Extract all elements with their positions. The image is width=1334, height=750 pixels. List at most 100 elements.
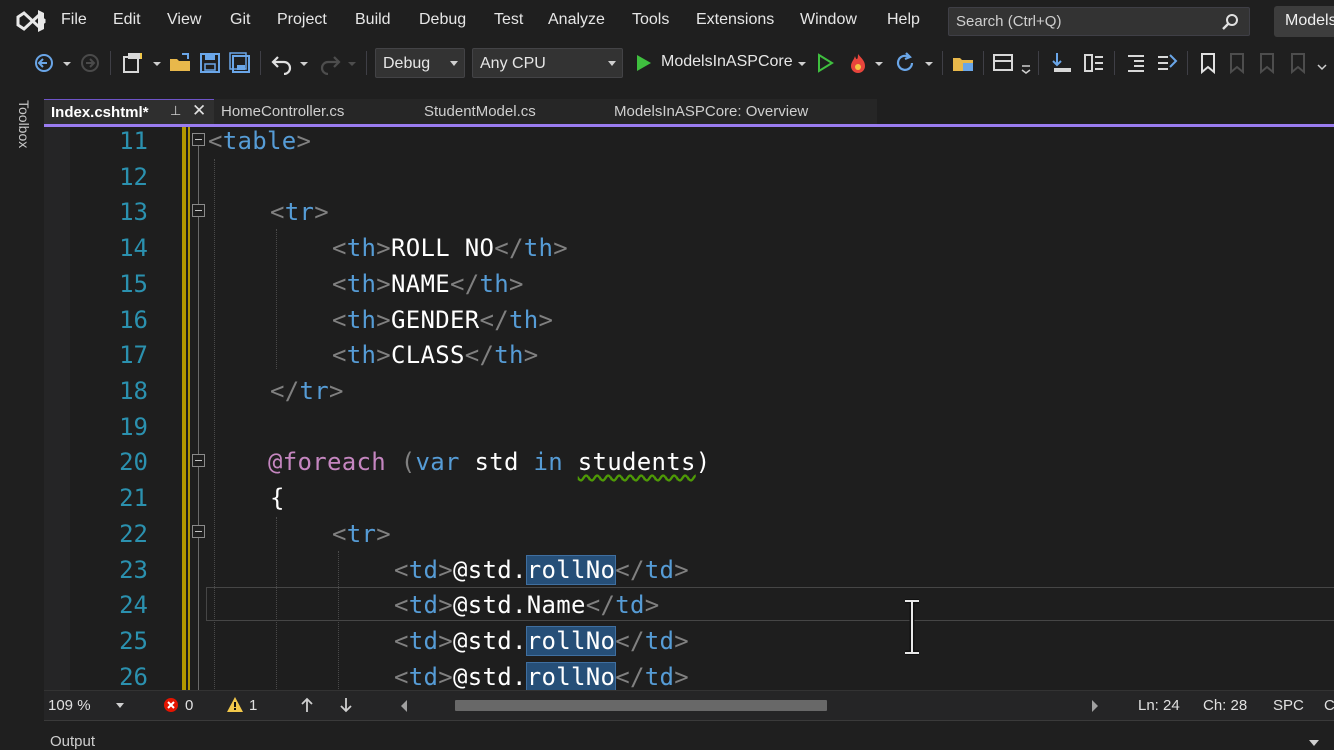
tab-label: Index.cshtml* — [51, 104, 149, 121]
code-text: <td>@std.rollNo</td> — [394, 626, 689, 656]
menu-debug[interactable]: Debug — [419, 11, 466, 29]
menu-view[interactable]: View — [167, 11, 201, 29]
chevron-down-icon[interactable] — [62, 51, 72, 75]
close-icon[interactable]: ✕ — [192, 101, 206, 121]
menu-tools[interactable]: Tools — [632, 11, 669, 29]
warning-count[interactable]: 1 — [249, 697, 257, 714]
new-project-icon[interactable] — [121, 51, 147, 75]
tab-project-overview[interactable]: ModelsInASPCore: Overview — [607, 99, 877, 124]
zoom-level[interactable]: 109 % — [48, 697, 91, 714]
code-line: 25 <td>@std.rollNo</td> — [44, 626, 1334, 663]
tab-label: HomeController.cs — [221, 103, 345, 120]
menu-analyze[interactable]: Analyze — [548, 11, 605, 29]
column-indicator[interactable]: Ch: 28 — [1203, 697, 1247, 714]
save-icon[interactable] — [198, 51, 222, 75]
hot-reload-icon[interactable] — [846, 51, 870, 75]
line-indicator[interactable]: Ln: 24 — [1138, 697, 1180, 714]
chevron-down-icon — [608, 61, 616, 66]
document-tab-bar: Index.cshtml* ⊥ ✕ HomeController.cs Stud… — [44, 99, 1334, 127]
indent-icon[interactable] — [1124, 51, 1148, 75]
search-input[interactable]: Search (Ctrl+Q) — [948, 7, 1250, 36]
toolbar-separator — [1114, 51, 1115, 75]
menu-bar: File Edit View Git Project Build Debug T… — [0, 0, 1334, 42]
warning-icon[interactable] — [226, 696, 244, 718]
scroll-right-icon[interactable] — [1091, 699, 1099, 716]
solution-platform-value: Any CPU — [480, 55, 546, 72]
tab-index-cshtml[interactable]: Index.cshtml* ⊥ ✕ — [44, 99, 214, 124]
solution-configuration-value: Debug — [383, 55, 431, 72]
overflow-chevron-icon[interactable] — [1020, 51, 1032, 75]
chevron-down-icon[interactable] — [874, 51, 884, 75]
visual-studio-logo-icon[interactable] — [16, 8, 46, 34]
bookmark-icon[interactable] — [1198, 51, 1218, 75]
navigate-forward-icon[interactable] — [80, 51, 102, 75]
start-debugging-icon[interactable] — [634, 51, 654, 75]
menu-file[interactable]: File — [61, 11, 87, 29]
chevron-down-icon[interactable] — [152, 51, 162, 75]
start-debugging-button[interactable]: ModelsInASPCore — [661, 53, 793, 71]
line-number: 22 — [119, 520, 148, 548]
solution-configuration-dropdown[interactable]: Debug — [375, 48, 465, 78]
layout-icon[interactable] — [991, 51, 1015, 75]
search-icon — [1221, 13, 1239, 31]
code-text: <tr> — [270, 198, 329, 226]
open-folder-icon[interactable] — [168, 51, 192, 75]
chevron-down-icon[interactable] — [924, 51, 934, 75]
solution-platform-dropdown[interactable]: Any CPU — [472, 48, 623, 78]
next-issue-icon[interactable] — [338, 696, 354, 718]
line-ending-indicator[interactable]: CRLF — [1324, 697, 1334, 714]
previous-issue-icon[interactable] — [299, 696, 315, 718]
code-text: <td>@std.rollNo</td> — [394, 662, 689, 690]
chevron-down-icon[interactable] — [347, 51, 357, 75]
comment-lines-icon[interactable] — [1154, 51, 1180, 75]
menu-edit[interactable]: Edit — [113, 11, 141, 29]
error-count[interactable]: 0 — [185, 697, 193, 714]
save-all-icon[interactable] — [228, 51, 252, 75]
error-icon[interactable] — [162, 696, 180, 718]
undo-icon[interactable] — [270, 51, 294, 75]
toolbar-separator — [1038, 51, 1039, 75]
menu-extensions[interactable]: Extensions — [696, 11, 774, 29]
browse-folder-icon[interactable] — [951, 51, 977, 75]
menu-git[interactable]: Git — [230, 11, 250, 29]
step-into-icon[interactable] — [1050, 51, 1074, 75]
tab-studentmodel-cs[interactable]: StudentModel.cs — [417, 99, 607, 124]
line-number: 12 — [119, 163, 148, 191]
clear-bookmarks-icon[interactable] — [1288, 51, 1308, 75]
line-number: 17 — [119, 341, 148, 369]
next-bookmark-icon[interactable] — [1257, 51, 1277, 75]
code-text: <table> — [208, 127, 312, 155]
line-number: 14 — [119, 234, 148, 262]
code-text: <th>NAME</th> — [332, 270, 524, 298]
whitespace-indicator[interactable]: SPC — [1273, 697, 1304, 714]
pin-icon[interactable]: ⊥ — [170, 103, 181, 119]
chevron-down-icon[interactable] — [116, 703, 124, 708]
code-line: 23 <td>@std.rollNo</td> — [44, 555, 1334, 592]
start-without-debugging-icon[interactable] — [815, 51, 835, 75]
horizontal-scrollbar-thumb[interactable] — [455, 700, 827, 711]
menu-help[interactable]: Help — [887, 11, 920, 29]
previous-bookmark-icon[interactable] — [1227, 51, 1247, 75]
navigate-back-icon[interactable] — [34, 51, 56, 75]
scroll-left-icon[interactable] — [400, 699, 408, 716]
tab-homecontroller-cs[interactable]: HomeController.cs — [214, 99, 417, 124]
solution-title-chip: ModelsInASPCore — [1274, 6, 1334, 37]
ibeam-cursor-icon — [902, 598, 922, 656]
menu-test[interactable]: Test — [494, 11, 523, 29]
output-panel-title[interactable]: Output — [50, 733, 95, 750]
line-number: 21 — [119, 484, 148, 512]
menu-window[interactable]: Window — [800, 11, 857, 29]
code-editor[interactable]: 11 <table> 12 13 <tr> 14 <th>ROLL NO</th… — [44, 127, 1334, 690]
code-line: 14 <th>ROLL NO</th> — [44, 234, 1334, 270]
menu-build[interactable]: Build — [355, 11, 391, 29]
menu-project[interactable]: Project — [277, 11, 327, 29]
columns-icon[interactable] — [1082, 51, 1106, 75]
refresh-icon[interactable] — [893, 51, 917, 75]
chevron-down-icon[interactable] — [1309, 740, 1319, 746]
toolbox-tab[interactable]: Toolbox — [16, 100, 32, 148]
code-text: <td>@std.rollNo</td> — [394, 555, 689, 585]
toolbar-overflow-icon[interactable] — [1316, 51, 1328, 75]
redo-icon[interactable] — [318, 51, 342, 75]
chevron-down-icon[interactable] — [299, 51, 309, 75]
chevron-down-icon[interactable] — [797, 51, 807, 75]
